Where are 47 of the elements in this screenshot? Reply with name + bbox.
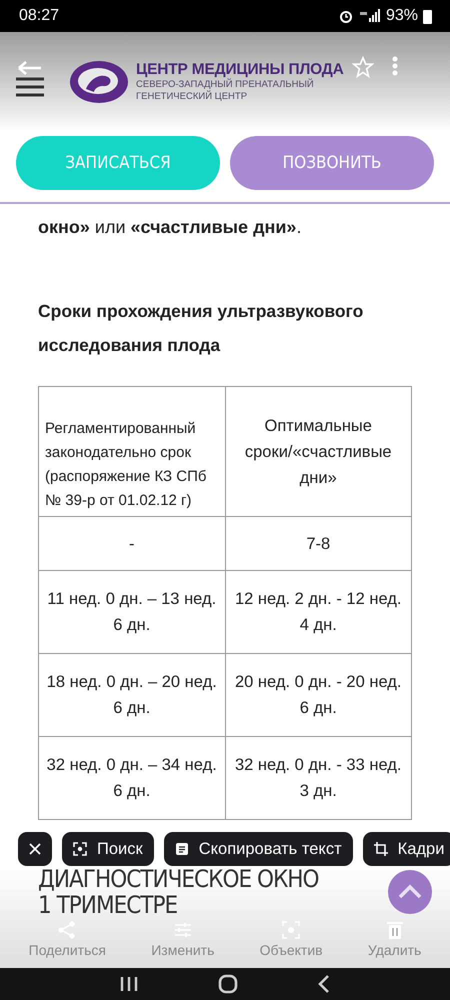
sliders-icon	[172, 920, 193, 940]
crop-icon	[374, 842, 388, 856]
section-title: Сроки прохождения ультразвукового исследования плода	[38, 300, 364, 357]
battery-percent: 93%	[386, 7, 418, 25]
table-cell: -	[38, 516, 225, 570]
site-subtitle: ГЕНЕТИЧЕСКИЙ ЦЕНТР	[136, 91, 248, 103]
table-cell: 7-8	[225, 516, 412, 570]
share-button[interactable]: Поделиться	[28, 920, 106, 958]
search-button[interactable]: Поиск	[62, 832, 154, 866]
back-icon[interactable]	[318, 974, 330, 994]
share-icon	[57, 920, 78, 940]
menu-icon[interactable]	[16, 77, 44, 97]
table-cell: 20 нед. 0 дн. - 20 нед. 6 дн.	[225, 654, 412, 736]
document-icon	[174, 842, 189, 856]
recent-apps-icon[interactable]	[120, 976, 138, 992]
article-heading: ДИАГНОСТИЧЕСКОЕ ОКНО	[38, 866, 319, 892]
scan-icon	[281, 920, 302, 940]
table-header-cell: Оптимальные сроки/«счастливые дни»	[225, 386, 412, 516]
table-cell: 12 нед. 2 дн. - 12 нед. 4 дн.	[225, 570, 412, 654]
close-icon	[28, 842, 42, 856]
home-icon[interactable]	[218, 974, 238, 994]
crop-button[interactable]: Кадри	[362, 832, 450, 866]
signal-icon	[358, 9, 381, 23]
logo-icon	[68, 59, 130, 105]
book-button[interactable]: ЗАПИСАТЬСЯ	[16, 136, 220, 190]
scan-icon	[73, 842, 87, 856]
delete-button[interactable]: Удалить	[368, 920, 422, 958]
paragraph-text: окно» или «счастливые дни».	[38, 216, 302, 239]
table-cell: 18 нед. 0 дн. – 20 нед. 6 дн.	[38, 654, 225, 736]
trash-icon	[384, 920, 405, 940]
table-cell: 32 нед. 0 дн. - 33 нед. 3 дн.	[225, 736, 412, 820]
table-header-cell: Регламентированный законодательно срок (распоряжение КЗ СПб № 39-р от 01.02.12 г)	[38, 386, 225, 516]
table-cell: 32 нед. 0 дн. – 34 нед. 6 дн.	[38, 736, 225, 820]
battery-icon	[423, 8, 432, 24]
alarm-icon	[338, 9, 354, 23]
lens-button[interactable]: Объектив	[260, 920, 323, 958]
call-button[interactable]: ПОЗВОНИТЬ	[230, 136, 434, 190]
site-title: ЦЕНТР МЕДИЦИНЫ ПЛОДА	[136, 61, 344, 78]
table-cell: 11 нед. 0 дн. – 13 нед. 6 дн.	[38, 570, 225, 654]
status-time: 08:27	[19, 7, 60, 25]
edit-button[interactable]: Изменить	[151, 920, 214, 958]
site-subtitle: СЕВЕРО-ЗАПАДНЫЙ ПРЕНАТАЛЬНЫЙ	[136, 79, 314, 90]
scroll-up-button[interactable]	[388, 870, 432, 914]
copy-text-button[interactable]: Скопировать текст	[164, 832, 353, 866]
article-heading: 1 ТРИМЕСТРЕ	[38, 892, 178, 918]
close-button[interactable]	[18, 832, 52, 866]
star-icon[interactable]	[352, 56, 374, 78]
